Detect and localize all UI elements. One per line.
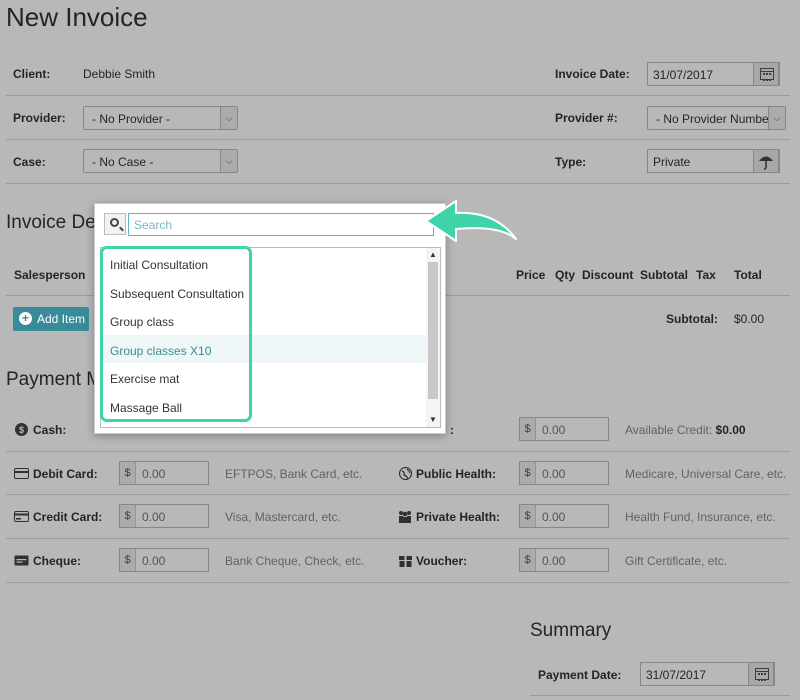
list-item-highlighted[interactable]: Group classes X10 (101, 335, 427, 363)
add-item-button[interactable]: + Add Item (13, 307, 89, 331)
search-input[interactable] (128, 213, 434, 236)
item-picker-dropdown: Initial Consultation Subsequent Consulta… (94, 203, 446, 434)
annotation-arrow (425, 200, 517, 242)
list-item[interactable]: Exercise mat (101, 363, 427, 391)
list-item[interactable]: Subsequent Consultation (101, 278, 427, 306)
list-item[interactable]: Massage Ball (101, 392, 427, 420)
scrollbar-thumb[interactable] (428, 262, 438, 399)
add-item-label: Add Item (37, 312, 86, 326)
search-icon[interactable] (104, 213, 126, 235)
list-scrollbar[interactable]: ▲ ▼ (426, 248, 440, 427)
list-item[interactable]: Group class (101, 306, 427, 334)
scroll-down-icon[interactable]: ▼ (426, 413, 440, 427)
plus-circle-icon: + (19, 312, 32, 325)
item-list: Initial Consultation Subsequent Consulta… (100, 247, 441, 428)
list-item[interactable]: Initial Consultation (101, 249, 427, 277)
